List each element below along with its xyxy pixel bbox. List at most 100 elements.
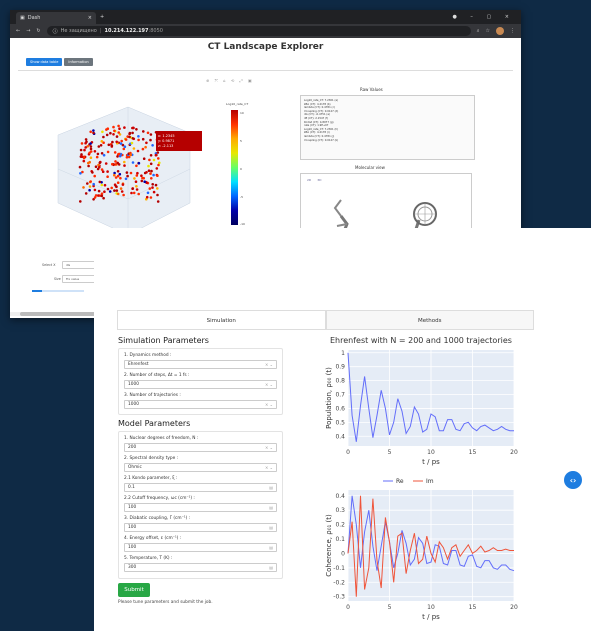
scatter-point: [115, 140, 118, 144]
clear-dropdown-icon[interactable]: × ⌄: [265, 445, 273, 450]
clear-dropdown-icon[interactable]: × ⌄: [265, 362, 273, 367]
star-icon[interactable]: ☆: [486, 28, 490, 34]
scatter-point: [151, 186, 154, 189]
scatter-point: [97, 163, 100, 167]
scatter-point: [140, 179, 144, 183]
back-icon[interactable]: ←: [16, 28, 20, 34]
scatter-point: [156, 174, 159, 177]
browser-toolbar: ← → ↻ ⓘ Не защищено | 10.214.122.197 :80…: [10, 24, 521, 38]
colorbar: [231, 110, 238, 225]
scatter-point: [79, 148, 83, 152]
scatter-point: [118, 127, 121, 130]
simulation-parameters-form: 1. Dynamics method : Ehrenfest × ⌄ 2. Numbe…: [118, 348, 283, 415]
field-value: 1000: [128, 402, 139, 407]
scatter-point: [116, 192, 120, 196]
model-field-input[interactable]: 0.1 ▤: [124, 483, 277, 492]
size-slider[interactable]: [32, 290, 84, 292]
sim-field-input[interactable]: Ehrenfest × ⌄: [124, 360, 277, 369]
scatter-point: [157, 157, 160, 160]
model-field-label: 3. Diabatic coupling, Γ (cm⁻¹) :: [124, 516, 191, 521]
clear-dropdown-icon[interactable]: × ⌄: [265, 382, 273, 387]
legend-label: Im: [426, 478, 434, 485]
scatter-point: [135, 188, 139, 191]
model-field-input[interactable]: 200 × ⌄: [124, 443, 277, 452]
search-icon[interactable]: ⌕: [477, 28, 480, 34]
tab-2d[interactable]: 2D: [307, 178, 311, 182]
hover-line: z: -2.113: [158, 144, 173, 148]
clear-dropdown-icon[interactable]: × ⌄: [265, 465, 273, 470]
x-tick-label: 15: [469, 604, 477, 611]
model-field-input[interactable]: 100 ▤: [124, 503, 277, 512]
clear-dropdown-icon[interactable]: × ⌄: [265, 402, 273, 407]
field-value: Ehrenfest: [128, 362, 149, 367]
y-tick-label: 0.8: [335, 378, 345, 385]
scatter-point: [113, 189, 116, 192]
scatter-point: [98, 161, 102, 165]
scatter-point: [89, 156, 93, 159]
scatter-point: [156, 193, 159, 197]
plot-modebar[interactable]: ⊕ ⤧ ⌂ ⟲ ⤢ ▣: [206, 78, 254, 83]
model-field-input[interactable]: Ohmic × ⌄: [124, 463, 277, 472]
close-tab-icon[interactable]: ×: [88, 15, 92, 21]
show-data-table-button[interactable]: Show data table: [26, 58, 63, 66]
scatter-point: [115, 189, 119, 192]
scatter-point: [100, 152, 104, 155]
scatter-point: [135, 174, 139, 177]
raw-values-box[interactable]: Log10_rate_CT: 7.2301 (a) kBA (CT): 4.21…: [300, 95, 475, 160]
tab-simulation[interactable]: Simulation: [117, 310, 326, 329]
scatter-point: [101, 130, 104, 134]
scatter-point: [100, 183, 104, 187]
scatter-point: [111, 140, 114, 144]
sim-field-input[interactable]: 1000 × ⌄: [124, 400, 277, 409]
model-field-input[interactable]: 100 ▤: [124, 523, 277, 532]
scatter-point: [123, 164, 126, 167]
coherence-chart[interactable]: -0.3 -0.2 -0.1 0 0.1 0.2 0.3 0.4 0 5 10 15 20 t / ps C…: [322, 476, 522, 621]
model-field-input[interactable]: 100 ▤: [124, 543, 277, 552]
avatar[interactable]: [496, 27, 504, 35]
scatter-point: [152, 158, 156, 162]
scatter-3d-plot[interactable]: x: 1.2345 y: 0.9871 z: -2.113: [40, 95, 210, 240]
new-tab-button[interactable]: +: [100, 14, 104, 20]
scatter-point: [117, 131, 120, 134]
scatter-point: [116, 155, 119, 158]
menu-icon[interactable]: ⋮: [510, 28, 515, 34]
scatter-point: [141, 147, 145, 151]
model-field-label: 4. Energy offset, ε (cm⁻¹) :: [124, 536, 182, 541]
browser-tab-strip: ▣ Dash × + ● – ▢ ×: [10, 10, 521, 24]
tab-methods[interactable]: Methods: [325, 310, 534, 329]
number-spinner-icon[interactable]: ▤: [269, 505, 273, 510]
forward-icon[interactable]: →: [26, 28, 30, 34]
address-bar[interactable]: ⓘ Не защищено | 10.214.122.197 :8050: [46, 26, 471, 36]
population-chart[interactable]: 0.40.50.60.70.80.910 5 10 15 20t / psPopulat…: [322, 346, 522, 466]
scatter-point: [121, 183, 125, 186]
side-toggle-icon[interactable]: ‹›: [564, 471, 582, 489]
sim-field-input[interactable]: 1000 × ⌄: [124, 380, 277, 389]
mol-tabs: 2D 3D: [301, 174, 471, 186]
number-spinner-icon[interactable]: ▤: [269, 485, 273, 490]
window-controls[interactable]: ● – ▢ ×: [452, 14, 515, 20]
field-value: 100: [128, 505, 137, 510]
scatter-point: [125, 156, 129, 159]
submit-button[interactable]: Submit: [118, 583, 150, 597]
browser-tab[interactable]: ▣ Dash ×: [16, 12, 96, 24]
x-tick-label: 0: [346, 604, 350, 611]
reload-icon[interactable]: ↻: [36, 28, 40, 34]
tab-3d[interactable]: 3D: [317, 178, 321, 182]
model-field-label: 2. Spectral density type :: [124, 456, 179, 461]
scatter-point: [142, 157, 146, 160]
scatter-point: [97, 189, 101, 193]
scatter-point: [146, 131, 150, 135]
scatter-point: [137, 138, 140, 142]
number-spinner-icon[interactable]: ▤: [269, 525, 273, 530]
information-button[interactable]: Information: [64, 58, 93, 66]
sim-field-label: 2. Number of steps, Δt = 1 fs :: [124, 373, 190, 378]
scatter-point: [135, 185, 138, 188]
hover-line: x: 1.2345: [158, 134, 175, 138]
number-spinner-icon[interactable]: ▤: [269, 565, 273, 570]
model-field-input[interactable]: 300 ▤: [124, 563, 277, 572]
scatter-point: [103, 183, 107, 187]
x-tick-label: 5: [388, 604, 392, 611]
scatter-point: [157, 163, 160, 167]
scatter-point: [124, 138, 128, 141]
number-spinner-icon[interactable]: ▤: [269, 545, 273, 550]
